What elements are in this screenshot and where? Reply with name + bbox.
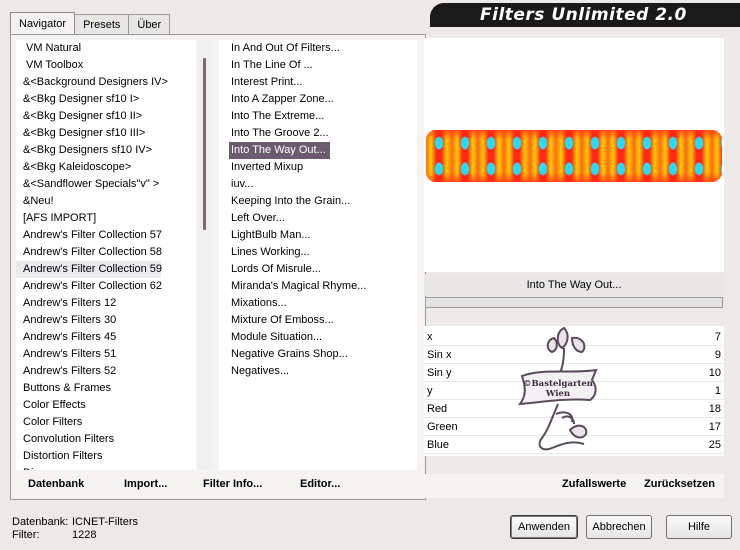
filter-item[interactable]: Into A Zapper Zone... <box>219 91 417 108</box>
category-item[interactable]: Andrew's Filter Collection 57 <box>16 227 196 244</box>
filter-item[interactable]: Left Over... <box>219 210 417 227</box>
filter-item[interactable]: Lords Of Misrule... <box>219 261 417 278</box>
apply-button[interactable]: Anwenden <box>510 515 578 539</box>
app-title: Filters Unlimited 2.0 <box>430 3 740 27</box>
random-values-button[interactable]: Zufallswerte <box>562 478 626 490</box>
filter-item[interactable]: Mixture Of Emboss... <box>219 312 417 329</box>
category-item[interactable]: &Neu! <box>16 193 196 210</box>
category-item[interactable]: Dis... <box>16 465 196 470</box>
category-item[interactable]: Andrew's Filters 12 <box>16 295 196 312</box>
parameter-label: x <box>427 331 433 343</box>
category-item[interactable]: &<Sandflower Specials"v" > <box>16 176 196 193</box>
category-item[interactable]: VM Natural <box>16 40 196 57</box>
status-database-label: Datenbank: <box>12 516 69 528</box>
category-item[interactable]: [AFS IMPORT] <box>16 210 196 227</box>
filter-item[interactable]: In And Out Of Filters... <box>219 40 417 57</box>
status-database: Datenbank: ICNET-Filters <box>12 516 138 528</box>
left-button-bar: Datenbank Import... Filter Info... Edito… <box>16 474 418 498</box>
parameter-value[interactable]: 18 <box>709 400 721 418</box>
preview-pane <box>424 38 724 272</box>
category-scrollbar[interactable] <box>198 40 212 470</box>
parameter-label: y <box>427 385 433 397</box>
status-filter: Filter: 1228 <box>12 529 96 541</box>
filter-item[interactable]: Miranda's Magical Rhyme... <box>219 278 417 295</box>
parameter-label: Sin x <box>427 349 452 361</box>
parameter-value[interactable]: 17 <box>709 418 721 436</box>
category-item[interactable]: &<Bkg Designer sf10 III> <box>16 125 196 142</box>
tab-presets[interactable]: Presets <box>74 14 130 34</box>
tab-navigator[interactable]: Navigator <box>10 12 76 34</box>
category-item[interactable]: Color Filters <box>16 414 196 431</box>
parameter-value[interactable]: 7 <box>715 328 721 346</box>
filter-info-button[interactable]: Filter Info... <box>203 478 262 490</box>
filter-item[interactable]: Mixations... <box>219 295 417 312</box>
editor-button[interactable]: Editor... <box>300 478 340 490</box>
parameter-label: Green <box>427 421 458 433</box>
parameter-label: Sin y <box>427 367 452 379</box>
category-item[interactable]: &<Bkg Designer sf10 II> <box>16 108 196 125</box>
filter-item[interactable]: Into The Way Out... <box>229 142 330 159</box>
category-item[interactable]: Buttons & Frames <box>16 380 196 397</box>
parameter-value[interactable]: 25 <box>709 436 721 454</box>
reset-button[interactable]: Zurücksetzen <box>644 478 715 490</box>
filter-item[interactable]: Keeping Into the Grain... <box>219 193 417 210</box>
category-item[interactable]: Color Effects <box>16 397 196 414</box>
status-filter-label: Filter: <box>12 529 40 541</box>
progress-bar <box>425 297 723 308</box>
import-button[interactable]: Import... <box>124 478 167 490</box>
category-item[interactable]: VM Toolbox <box>16 57 196 74</box>
cancel-button[interactable]: Abbrechen <box>586 515 652 539</box>
category-item[interactable]: Convolution Filters <box>16 431 196 448</box>
category-item[interactable]: &<Bkg Designers sf10 IV> <box>16 142 196 159</box>
filter-item[interactable]: Interest Print... <box>219 74 417 91</box>
status-database-value: ICNET-Filters <box>72 516 138 528</box>
filter-item[interactable]: LightBulb Man... <box>219 227 417 244</box>
scrollbar-thumb[interactable] <box>203 58 206 230</box>
bastelgarten-stamp-icon: ©Bastelgarten Wien <box>517 326 598 451</box>
category-item[interactable]: &<Bkg Kaleidoscope> <box>16 159 196 176</box>
preview-image <box>426 130 722 182</box>
category-item[interactable]: Distortion Filters <box>16 448 196 465</box>
right-button-bar: Zufallswerte Zurücksetzen <box>424 474 724 498</box>
parameter-label: Red <box>427 403 448 415</box>
category-item[interactable]: Andrew's Filters 45 <box>16 329 196 346</box>
parameter-label: Blue <box>427 439 450 451</box>
filter-item[interactable]: iuv... <box>219 176 417 193</box>
filter-item[interactable]: Negatives... <box>219 363 417 380</box>
category-list[interactable]: VM Natural VM Toolbox &<Background Designe… <box>16 40 196 470</box>
selected-filter-name: Into The Way Out... <box>424 274 724 296</box>
help-button[interactable]: Hilfe <box>666 515 732 539</box>
database-button[interactable]: Datenbank <box>28 478 84 490</box>
category-item[interactable]: Andrew's Filter Collection 59 <box>16 261 162 278</box>
svg-text:©Bastelgarten: ©Bastelgarten <box>523 379 593 389</box>
status-filter-value: 1228 <box>72 529 97 541</box>
filter-item[interactable]: In The Line Of ... <box>219 57 417 74</box>
parameter-value[interactable]: 10 <box>709 364 721 382</box>
filter-item[interactable]: Lines Working... <box>219 244 417 261</box>
category-item[interactable]: Andrew's Filters 51 <box>16 346 196 363</box>
category-item[interactable]: Andrew's Filters 30 <box>16 312 196 329</box>
tab-bar: Navigator Presets Über <box>10 12 171 34</box>
category-item[interactable]: &<Background Designers IV> <box>16 74 196 91</box>
filter-item[interactable]: Into The Groove 2... <box>219 125 417 142</box>
parameter-value[interactable]: 9 <box>715 346 721 364</box>
filter-item[interactable]: Negative Grains Shop... <box>219 346 417 363</box>
parameter-value[interactable]: 1 <box>715 382 721 400</box>
category-item[interactable]: Andrew's Filter Collection 58 <box>16 244 196 261</box>
category-item[interactable]: Andrew's Filters 52 <box>16 363 196 380</box>
filter-list[interactable]: In And Out Of Filters... In The Line Of .… <box>219 40 417 470</box>
tab-uber[interactable]: Über <box>128 14 171 34</box>
filter-item[interactable]: Module Situation... <box>219 329 417 346</box>
category-item[interactable]: Andrew's Filter Collection 62 <box>16 278 196 295</box>
svg-text:Wien: Wien <box>545 389 570 399</box>
parameter-list: Blue 25 Green 17 Red 18 y 1 Sin y 10 Sin x 9 x 7 ©Bas… <box>424 326 724 456</box>
filter-item[interactable]: Inverted Mixup <box>219 159 417 176</box>
category-item[interactable]: &<Bkg Designer sf10 I> <box>16 91 196 108</box>
filter-item[interactable]: Into The Extreme... <box>219 108 417 125</box>
